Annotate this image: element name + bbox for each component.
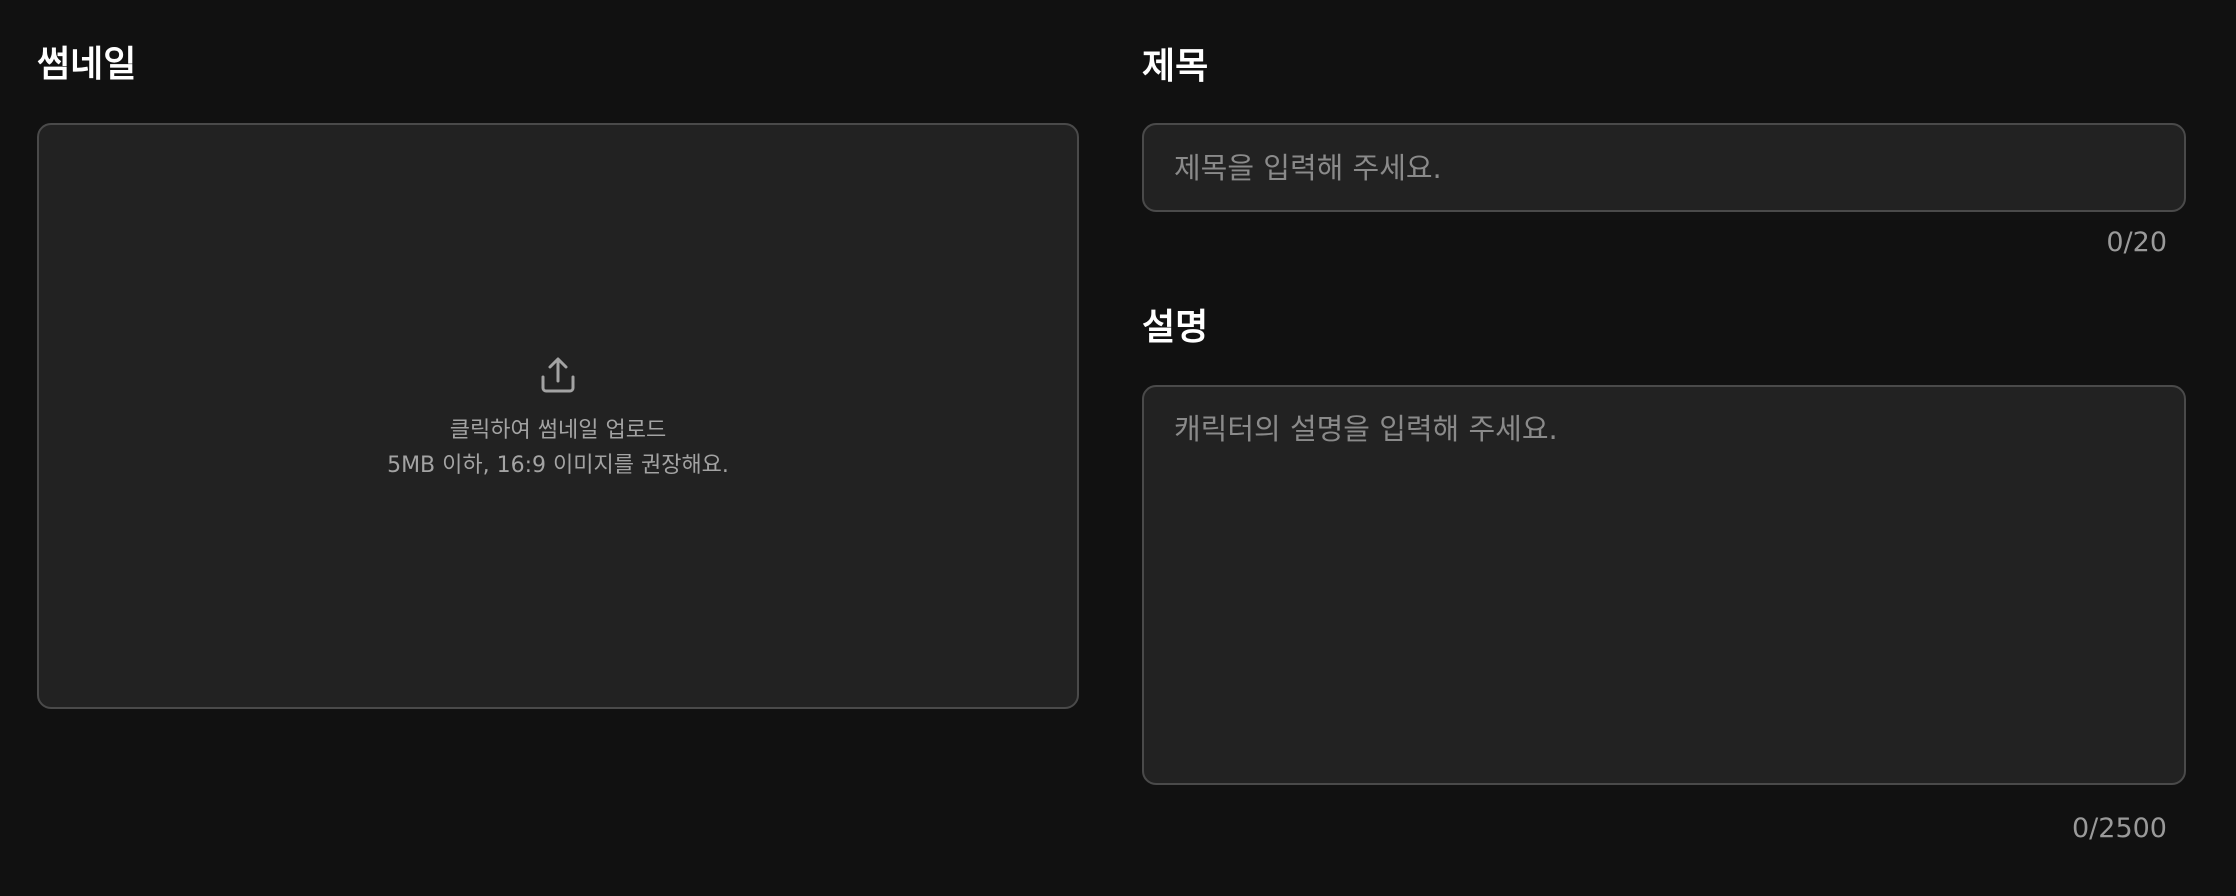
- title-char-counter: 0/20: [2106, 227, 2167, 258]
- thumbnail-heading: 썸네일: [37, 44, 137, 85]
- upload-hint: 5MB 이하, 16:9 이미지를 권장해요.: [387, 453, 729, 478]
- upload-instruction: 클릭하여 썸네일 업로드: [449, 418, 667, 443]
- thumbnail-upload-area[interactable]: 클릭하여 썸네일 업로드 5MB 이하, 16:9 이미지를 권장해요.: [37, 123, 1079, 709]
- description-textarea[interactable]: [1142, 385, 2186, 785]
- upload-content: 클릭하여 썸네일 업로드 5MB 이하, 16:9 이미지를 권장해요.: [39, 355, 1077, 483]
- upload-icon: [541, 357, 575, 393]
- title-heading: 제목: [1142, 46, 1209, 87]
- title-input[interactable]: [1142, 123, 2186, 212]
- description-heading: 설명: [1142, 307, 1209, 348]
- description-char-counter: 0/2500: [2072, 813, 2167, 844]
